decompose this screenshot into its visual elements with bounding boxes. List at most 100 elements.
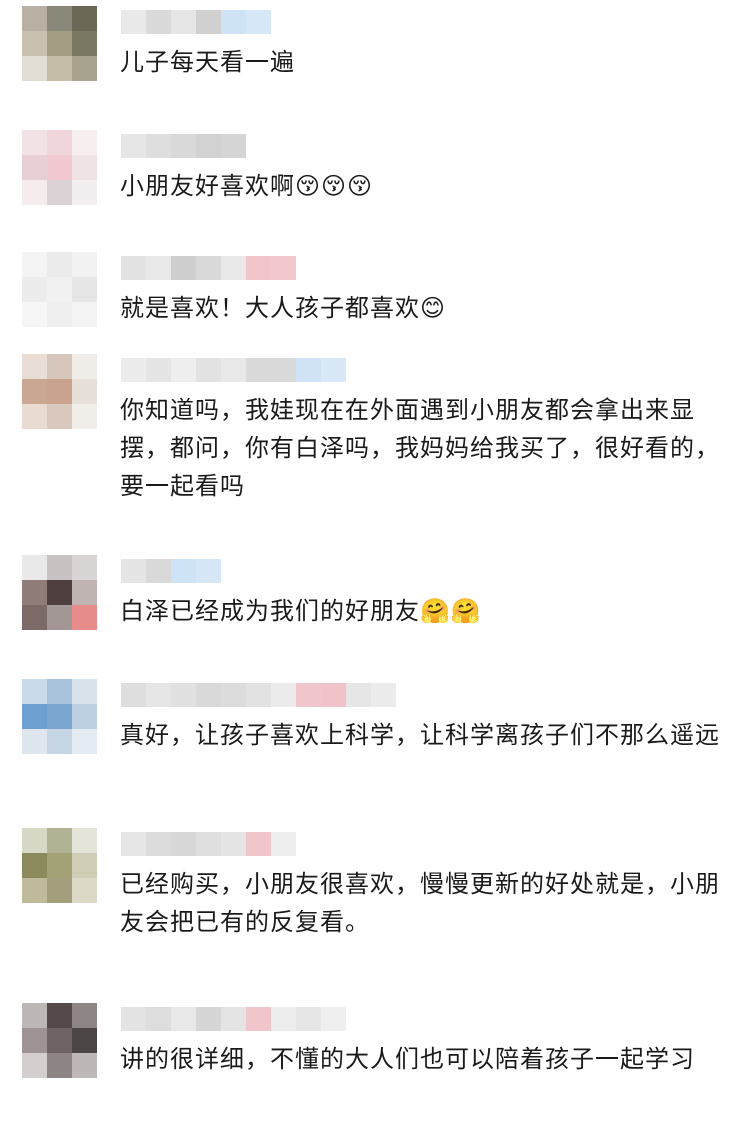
username-blurred[interactable] [121, 832, 296, 856]
username-pixel [221, 10, 246, 34]
avatar-pixel [72, 302, 97, 327]
username-pixel [321, 1007, 346, 1031]
username-pixel [146, 559, 171, 583]
username-pixel [296, 358, 321, 382]
avatar-pixel [47, 155, 72, 180]
avatar[interactable] [22, 828, 97, 903]
avatar-pixel [22, 729, 47, 754]
avatar-pixel [72, 605, 97, 630]
avatar-pixel [72, 379, 97, 404]
avatar[interactable] [22, 354, 97, 429]
username-blurred[interactable] [121, 1007, 346, 1031]
avatar-pixel [47, 31, 72, 56]
avatar-pixel [47, 180, 72, 205]
avatar-pixel [47, 878, 72, 903]
avatar-pixel [22, 580, 47, 605]
comment-item: 已经购买，小朋友很喜欢，慢慢更新的好处就是，小朋友会把已有的反复看。 [0, 828, 746, 958]
avatar-pixel [47, 56, 72, 81]
username-pixel [171, 256, 196, 280]
avatar-pixel [72, 56, 97, 81]
avatar-pixel [47, 130, 72, 155]
username-pixel [221, 134, 246, 158]
comment-text: 真好，让孩子喜欢上科学，让科学离孩子们不那么遥远 [120, 721, 720, 749]
avatar-pixel [72, 729, 97, 754]
avatar-pixel [72, 354, 97, 379]
avatar-pixel [22, 56, 47, 81]
comment-item: 儿子每天看一遍 [0, 6, 746, 116]
username-pixel [121, 256, 146, 280]
avatar-pixel [72, 679, 97, 704]
avatar-pixel [22, 679, 47, 704]
username-blurred[interactable] [121, 10, 271, 34]
comment-item: 白泽已经成为我们的好朋友🤗🤗 [0, 555, 746, 665]
avatar-pixel [22, 555, 47, 580]
avatar-pixel [47, 1003, 72, 1028]
avatar-pixel [22, 277, 47, 302]
username-pixel [196, 832, 221, 856]
avatar[interactable] [22, 679, 97, 754]
avatar[interactable] [22, 555, 97, 630]
comment-item: 就是喜欢！大人孩子都喜欢😊 [0, 252, 746, 362]
avatar-pixel [72, 878, 97, 903]
avatar-pixel [72, 130, 97, 155]
username-pixel [271, 832, 296, 856]
avatar-pixel [22, 302, 47, 327]
username-pixel [246, 1007, 271, 1031]
comment-text: 小朋友好喜欢啊😚😚😚 [120, 172, 374, 200]
username-pixel [196, 134, 221, 158]
username-pixel [171, 832, 196, 856]
username-pixel [221, 832, 246, 856]
username-pixel [246, 832, 271, 856]
username-pixel [246, 256, 271, 280]
username-pixel [321, 358, 346, 382]
comment-item: 小朋友好喜欢啊😚😚😚 [0, 130, 746, 240]
username-pixel [196, 256, 221, 280]
avatar-pixel [22, 180, 47, 205]
username-blurred[interactable] [121, 134, 246, 158]
comment-text: 就是喜欢！大人孩子都喜欢😊 [120, 294, 447, 322]
avatar-pixel [22, 1053, 47, 1078]
avatar-pixel [72, 555, 97, 580]
username-pixel [121, 134, 146, 158]
username-pixel [246, 10, 271, 34]
username-pixel [146, 256, 171, 280]
username-pixel [246, 358, 271, 382]
username-blurred[interactable] [121, 559, 221, 583]
avatar[interactable] [22, 130, 97, 205]
avatar-pixel [47, 302, 72, 327]
avatar-pixel [47, 379, 72, 404]
avatar-pixel [22, 155, 47, 180]
username-pixel [296, 683, 321, 707]
avatar-pixel [72, 404, 97, 429]
username-pixel [171, 358, 196, 382]
username-pixel [146, 358, 171, 382]
avatar-pixel [47, 704, 72, 729]
username-blurred[interactable] [121, 683, 396, 707]
avatar[interactable] [22, 6, 97, 81]
avatar[interactable] [22, 1003, 97, 1078]
avatar-pixel [47, 828, 72, 853]
avatar-pixel [22, 704, 47, 729]
username-blurred[interactable] [121, 256, 296, 280]
username-pixel [146, 683, 171, 707]
avatar-pixel [72, 277, 97, 302]
comment-text: 讲的很详细，不懂的大人们也可以陪着孩子一起学习 [120, 1045, 695, 1073]
avatar-pixel [22, 1028, 47, 1053]
avatar-pixel [47, 277, 72, 302]
avatar-pixel [72, 252, 97, 277]
avatar-pixel [47, 1028, 72, 1053]
username-pixel [371, 683, 396, 707]
avatar-pixel [72, 580, 97, 605]
username-pixel [171, 134, 196, 158]
username-pixel [146, 134, 171, 158]
username-blurred[interactable] [121, 358, 346, 382]
avatar-pixel [22, 878, 47, 903]
avatar-pixel [22, 354, 47, 379]
avatar-pixel [22, 605, 47, 630]
username-pixel [321, 683, 346, 707]
avatar-pixel [22, 828, 47, 853]
avatar[interactable] [22, 252, 97, 327]
username-pixel [146, 1007, 171, 1031]
username-pixel [271, 1007, 296, 1031]
username-pixel [296, 1007, 321, 1031]
